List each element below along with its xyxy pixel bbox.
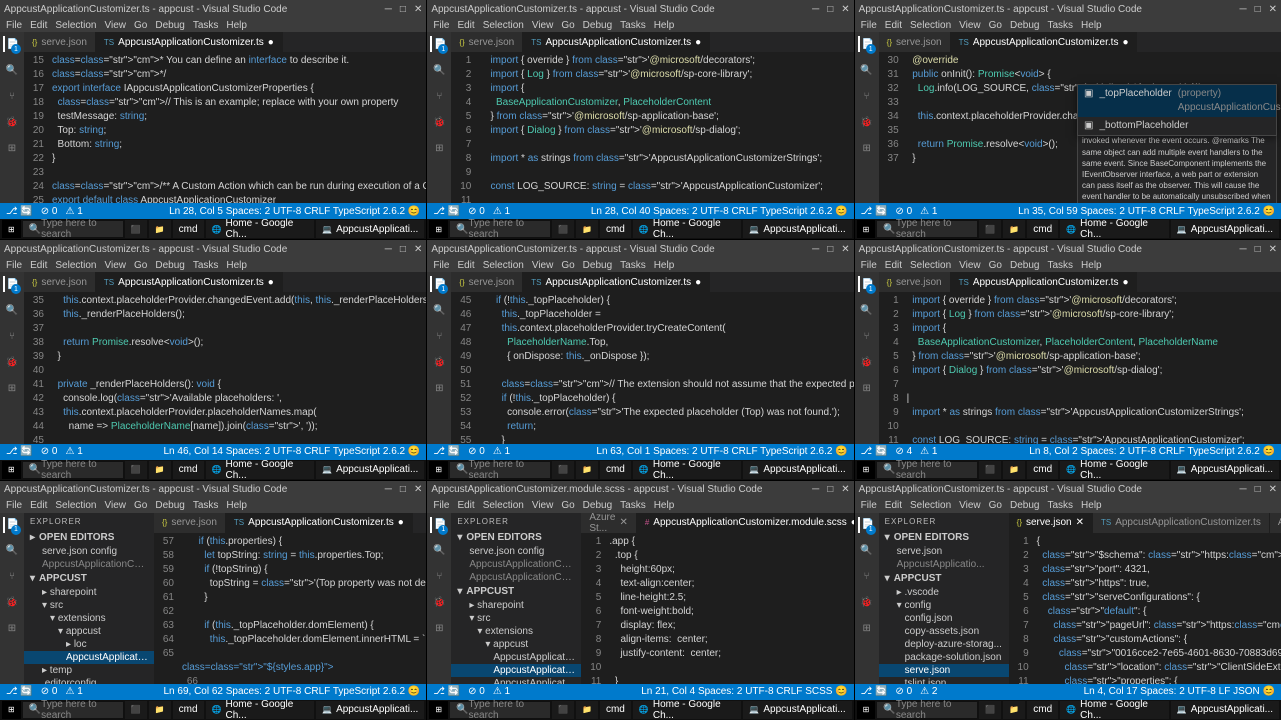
vscode-window-1: AppcustApplicationCustomizer.ts - appcus… xyxy=(0,0,426,239)
vscode-window-3: AppcustApplicationCustomizer.ts - appcus… xyxy=(855,0,1281,239)
debug-icon[interactable]: 🐞 xyxy=(4,114,20,130)
tab-main[interactable]: TSAppcustApplicationCustomizer.ts● xyxy=(96,32,283,52)
explorer-sidebar[interactable]: EXPLORER ▸ OPEN EDITORS serve.json confi… xyxy=(24,513,154,684)
search-icon[interactable]: 🔍 xyxy=(4,62,20,78)
extensions-icon[interactable]: ⊞ xyxy=(4,140,20,156)
explorer-icon[interactable]: 📄 xyxy=(3,36,19,52)
start-button[interactable]: ⊞ xyxy=(2,220,21,238)
menubar[interactable]: FileEditSelectionViewGoDebugTasksHelp xyxy=(0,18,426,32)
tab-serve[interactable]: {}serve.json xyxy=(24,32,96,52)
taskbar-search[interactable]: 🔍 Type here to search xyxy=(23,221,123,237)
intellisense-popup[interactable]: ▣_topPlaceholder(property) AppcustApplic… xyxy=(1077,84,1277,136)
git-icon[interactable]: ⑂ xyxy=(4,88,20,104)
vscode-window-2: AppcustApplicationCustomizer.ts - appcus… xyxy=(427,0,853,239)
code-editor[interactable]: 15class=class="str">"cm">* You can defin… xyxy=(24,52,426,203)
selected-file: AppcustApplicationCustomize... xyxy=(24,651,154,664)
